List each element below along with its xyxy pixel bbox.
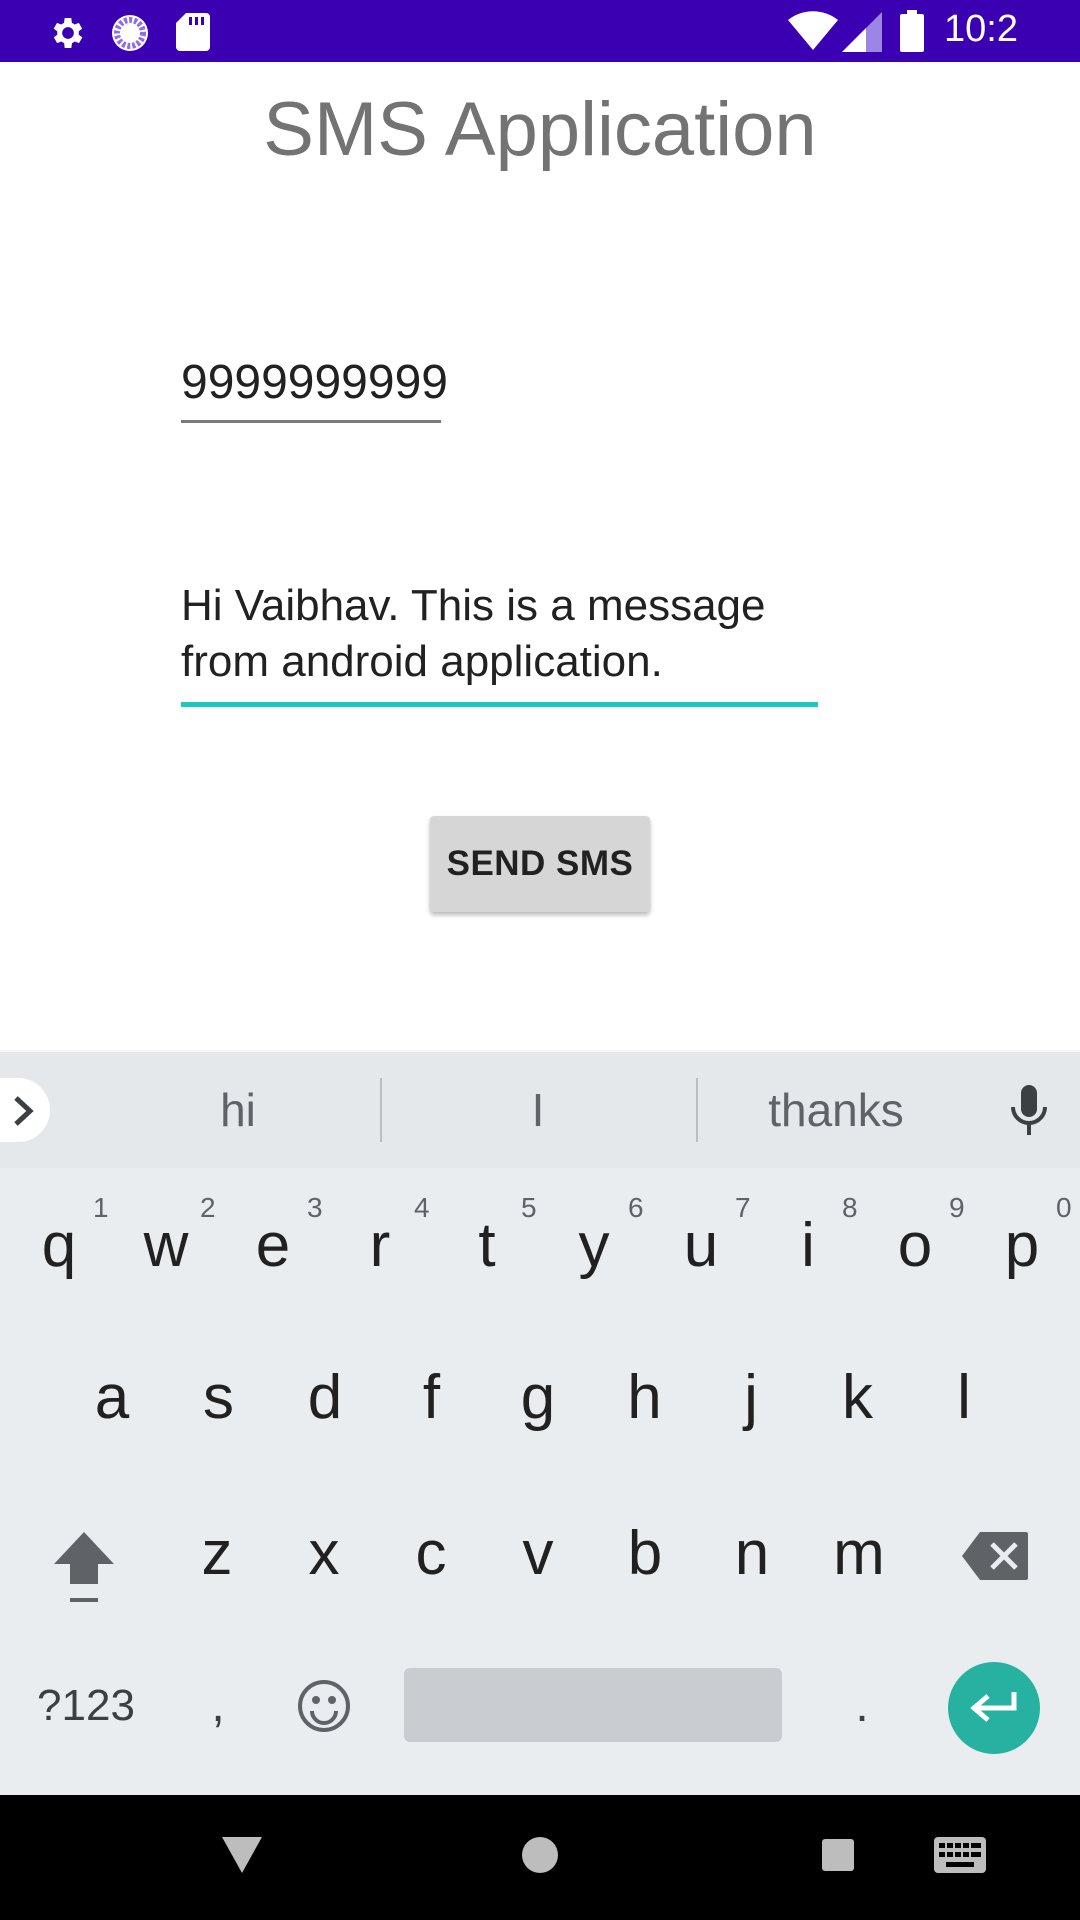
key-f[interactable]: f: [392, 1358, 472, 1438]
enter-key[interactable]: [948, 1662, 1040, 1754]
period-key[interactable]: .: [840, 1666, 884, 1746]
key-hint: 9: [949, 1192, 965, 1223]
key-a[interactable]: a: [72, 1358, 152, 1438]
key-hint: 7: [735, 1192, 751, 1223]
return-arrow-icon: [970, 1692, 1017, 1722]
key-l[interactable]: l: [924, 1358, 1004, 1438]
key-c[interactable]: c: [391, 1514, 471, 1594]
suggestion-divider: [380, 1078, 382, 1142]
key-t[interactable]: t: [447, 1206, 527, 1286]
key-n[interactable]: n: [712, 1514, 792, 1594]
key-hint: 6: [628, 1192, 644, 1223]
microphone-icon[interactable]: [1010, 1085, 1048, 1142]
shift-key[interactable]: [52, 1530, 116, 1609]
key-hint: 0: [1056, 1192, 1072, 1223]
emoji-icon[interactable]: [296, 1678, 352, 1739]
settings-icon: [48, 13, 88, 58]
symbols-key[interactable]: ?123: [28, 1666, 144, 1746]
key-j[interactable]: j: [711, 1358, 791, 1438]
key-q[interactable]: q: [19, 1206, 99, 1286]
space-bar[interactable]: [404, 1668, 782, 1742]
suggestion-item[interactable]: hi: [178, 1080, 298, 1140]
phone-number-field[interactable]: 9999999999: [181, 350, 448, 423]
key-d[interactable]: d: [285, 1358, 365, 1438]
back-icon[interactable]: [222, 1837, 262, 1878]
navigation-bar: [0, 1795, 1080, 1920]
home-icon[interactable]: [522, 1837, 558, 1878]
key-u[interactable]: u: [661, 1206, 741, 1286]
chevron-right-icon: [14, 1096, 34, 1126]
key-w[interactable]: w: [126, 1206, 206, 1286]
battery-icon: [900, 10, 924, 57]
key-k[interactable]: k: [818, 1358, 898, 1438]
sync-icon: [110, 13, 150, 58]
clock: 10:2: [944, 8, 1018, 50]
key-p[interactable]: p: [982, 1206, 1062, 1286]
key-m[interactable]: m: [819, 1514, 899, 1594]
keyboard-switch-icon[interactable]: [934, 1837, 986, 1878]
key-i[interactable]: i: [768, 1206, 848, 1286]
message-field[interactable]: Hi Vaibhav. This is a message from andro…: [181, 578, 818, 707]
key-z[interactable]: z: [177, 1514, 257, 1594]
send-sms-button[interactable]: SEND SMS: [430, 816, 650, 912]
recents-icon[interactable]: [822, 1839, 854, 1876]
suggestion-item[interactable]: thanks: [736, 1080, 936, 1140]
suggestion-item[interactable]: I: [478, 1080, 598, 1140]
key-s[interactable]: s: [179, 1358, 259, 1438]
key-y[interactable]: y: [554, 1206, 634, 1286]
key-hint: 3: [307, 1192, 323, 1223]
comma-key[interactable]: ,: [196, 1666, 240, 1746]
key-hint: 1: [93, 1192, 109, 1223]
key-hint: 4: [414, 1192, 430, 1223]
key-x[interactable]: x: [284, 1514, 364, 1594]
key-hint: 2: [200, 1192, 216, 1223]
key-o[interactable]: o: [875, 1206, 955, 1286]
key-g[interactable]: g: [498, 1358, 578, 1438]
key-hint: 5: [521, 1192, 537, 1223]
key-h[interactable]: h: [605, 1358, 685, 1438]
key-e[interactable]: e: [233, 1206, 313, 1286]
sd-card-icon: [176, 13, 210, 56]
key-r[interactable]: r: [340, 1206, 420, 1286]
wifi-icon: [788, 10, 838, 55]
key-v[interactable]: v: [498, 1514, 578, 1594]
suggestion-divider: [696, 1078, 698, 1142]
cell-signal-icon: [842, 12, 882, 57]
key-hint: 8: [842, 1192, 858, 1223]
status-bar: 10:2: [0, 0, 1080, 62]
page-title: SMS Application: [263, 87, 817, 172]
key-b[interactable]: b: [605, 1514, 685, 1594]
backspace-key[interactable]: [962, 1532, 1028, 1585]
